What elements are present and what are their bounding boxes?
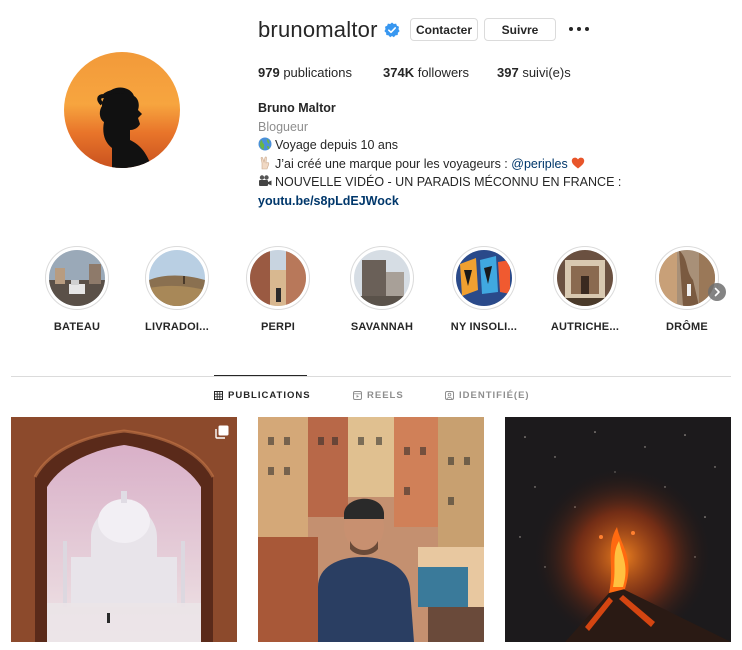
bio-line-brand: J’ai créé une marque pour les voyageurs … — [258, 155, 621, 174]
highlight-label: LIVRADOI... — [145, 321, 209, 333]
tab-tagged[interactable]: IDENTIFIÉ(E) — [445, 390, 530, 401]
periples-mention-link[interactable]: @periples — [511, 157, 567, 171]
stat-following[interactable]: 397 suivi(e)s — [497, 65, 571, 80]
tab-reels-label: REELS — [367, 390, 404, 401]
tab-publications[interactable]: PUBLICATIONS — [214, 390, 311, 401]
bio-line2: J’ai créé une marque pour les voyageurs … — [275, 156, 512, 171]
followers-count: 374K — [383, 65, 415, 80]
highlight-savannah[interactable]: SAVANNAH — [341, 246, 423, 333]
tab-publications-label: PUBLICATIONS — [228, 390, 311, 401]
bio-line-video: NOUVELLE VIDÉO - UN PARADIS MÉCONNU EN F… — [258, 173, 621, 192]
carousel-icon — [215, 425, 229, 439]
orange-heart-emoji-icon — [571, 156, 585, 170]
highlight-perpi[interactable]: PERPI — [237, 246, 319, 333]
verified-badge-icon — [383, 22, 400, 38]
followers-label: followers — [417, 65, 469, 80]
stat-publications: 979 publications — [258, 65, 352, 80]
post-volcano[interactable] — [505, 417, 731, 642]
chevron-right-icon[interactable] — [708, 283, 726, 301]
highlight-label: NY INSOLI... — [450, 321, 518, 333]
more-options-icon[interactable] — [569, 22, 589, 36]
following-count: 397 — [497, 65, 519, 80]
globe-emoji-icon — [258, 137, 272, 151]
movie-camera-emoji-icon — [258, 174, 272, 188]
following-label: suivi(e)s — [522, 65, 571, 80]
publications-label: publications — [283, 65, 352, 80]
profile-avatar[interactable] — [64, 52, 180, 168]
bio-line3: NOUVELLE VIDÉO - UN PARADIS MÉCONNU EN F… — [275, 175, 622, 189]
highlight-label: BATEAU — [53, 321, 101, 333]
highlight-bateau[interactable]: BATEAU — [36, 246, 118, 333]
active-tab-indicator — [214, 375, 307, 376]
contact-button[interactable]: Contacter — [410, 18, 478, 41]
highlight-label: DRÔME — [666, 321, 708, 333]
bio-line-globe: Voyage depuis 10 ans — [258, 136, 621, 155]
highlight-livradois-image — [149, 250, 205, 306]
publications-count: 979 — [258, 65, 280, 80]
profile-bio: Bruno Maltor Blogueur Voyage depuis 10 a… — [258, 99, 621, 210]
highlight-bateau-image — [49, 250, 105, 306]
highlight-ny-insolite[interactable]: NY INSOLI... — [443, 246, 525, 333]
stat-followers[interactable]: 374K followers — [383, 65, 469, 80]
highlight-ny-image — [456, 250, 512, 306]
full-name: Bruno Maltor — [258, 101, 336, 115]
grid-icon — [214, 391, 223, 400]
victory-hand-emoji-icon — [258, 156, 272, 170]
highlight-label: SAVANNAH — [350, 321, 414, 333]
highlight-drome-image — [659, 250, 715, 306]
post-taj-mahal[interactable] — [11, 417, 237, 642]
profile-header: brunomaltor — [258, 16, 400, 44]
highlight-autriche-image — [557, 250, 613, 306]
tabs-divider — [11, 376, 731, 377]
tagged-icon — [445, 391, 454, 400]
bio-line1: Voyage depuis 10 ans — [275, 138, 399, 152]
highlight-livradois[interactable]: LIVRADOI... — [136, 246, 218, 333]
highlight-autriche[interactable]: AUTRICHE... — [544, 246, 626, 333]
reels-icon — [353, 391, 362, 400]
tab-tagged-label: IDENTIFIÉ(E) — [459, 390, 530, 401]
highlight-label: AUTRICHE... — [550, 321, 620, 333]
external-link[interactable]: youtu.be/s8pLdEJWock — [258, 192, 621, 211]
highlight-savannah-image — [354, 250, 410, 306]
highlight-label: PERPI — [260, 321, 295, 333]
highlight-perpi-image — [250, 250, 306, 306]
username: brunomaltor — [258, 17, 378, 42]
follow-button[interactable]: Suivre — [484, 18, 556, 41]
post-cinque-terre[interactable] — [258, 417, 484, 642]
tab-reels[interactable]: REELS — [353, 390, 404, 401]
category-label: Blogueur — [258, 119, 309, 134]
